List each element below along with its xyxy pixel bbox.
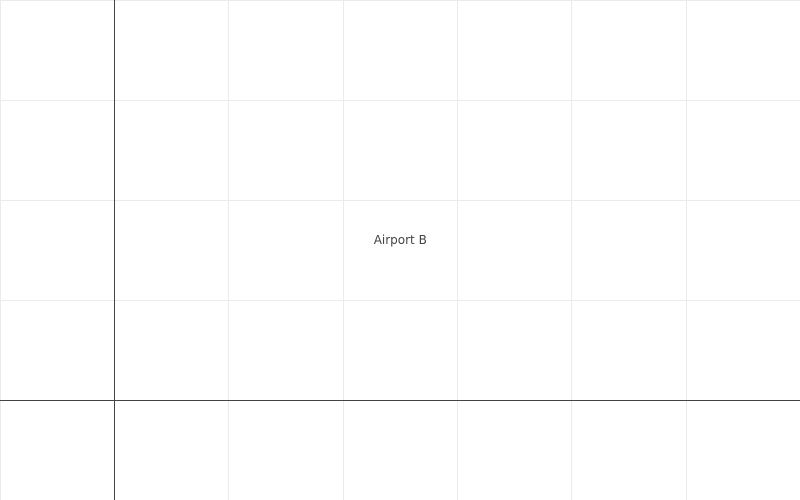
chart-canvas: Airport B [0,0,800,500]
label-layer: Airport B [374,233,427,247]
grid-layer [0,0,800,500]
point-label: Airport B [374,233,427,247]
axis-layer [0,0,800,500]
